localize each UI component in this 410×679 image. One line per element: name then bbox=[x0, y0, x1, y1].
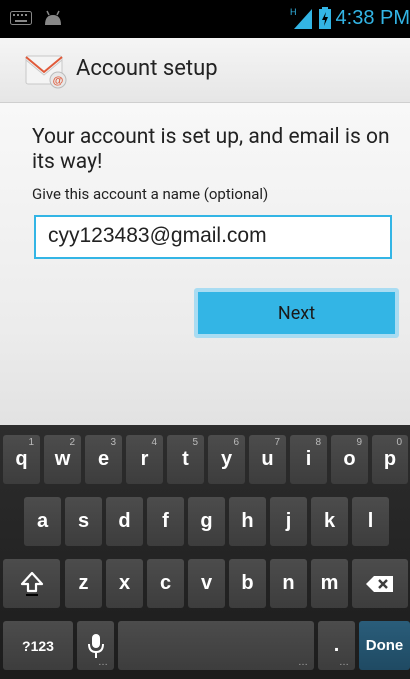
key-n[interactable]: n bbox=[270, 559, 307, 608]
key-j[interactable]: j bbox=[270, 497, 307, 546]
key-hint: 2 bbox=[69, 437, 75, 448]
key-label: u bbox=[261, 448, 274, 470]
key-y[interactable]: y6 bbox=[208, 435, 245, 484]
period-label: . bbox=[333, 634, 340, 656]
key-label: i bbox=[305, 448, 312, 470]
status-bar: H 4:38 PM bbox=[0, 0, 410, 38]
key-o[interactable]: o9 bbox=[331, 435, 368, 484]
key-e[interactable]: e3 bbox=[85, 435, 122, 484]
shift-key[interactable] bbox=[3, 559, 60, 608]
svg-text:H: H bbox=[290, 7, 297, 17]
key-hint: 6 bbox=[233, 437, 239, 448]
key-label: q bbox=[15, 448, 28, 470]
voice-input-key[interactable]: … bbox=[77, 621, 114, 670]
delete-key[interactable] bbox=[352, 559, 408, 608]
key-p[interactable]: p0 bbox=[372, 435, 408, 484]
key-v[interactable]: v bbox=[188, 559, 225, 608]
key-i[interactable]: i8 bbox=[290, 435, 327, 484]
more-options-dots: … bbox=[298, 657, 308, 668]
next-button[interactable]: Next bbox=[194, 288, 399, 338]
key-s[interactable]: s bbox=[65, 497, 102, 546]
key-label: t bbox=[182, 448, 189, 470]
more-options-dots: … bbox=[98, 657, 108, 668]
status-time: 4:38 PM bbox=[335, 6, 410, 29]
account-name-field[interactable]: cyy123483@gmail.com bbox=[34, 215, 392, 259]
soft-keyboard: q1 w2 e3 r4 t5 y6 u7 i8 o9 p0 a s d f g … bbox=[0, 425, 410, 679]
key-hint: 1 bbox=[28, 437, 34, 448]
key-r[interactable]: r4 bbox=[126, 435, 163, 484]
android-icon bbox=[45, 10, 61, 25]
more-options-dots: … bbox=[339, 657, 349, 668]
microphone-icon bbox=[87, 633, 104, 658]
key-hint: 4 bbox=[151, 437, 157, 448]
key-k[interactable]: k bbox=[311, 497, 348, 546]
key-hint: 5 bbox=[192, 437, 198, 448]
keyboard-icon bbox=[10, 11, 32, 25]
key-hint: 8 bbox=[315, 437, 321, 448]
done-key[interactable]: Done bbox=[359, 621, 410, 670]
backspace-icon bbox=[366, 575, 393, 592]
email-app-icon[interactable]: @ bbox=[24, 52, 70, 90]
key-hint: 0 bbox=[396, 437, 402, 448]
period-key[interactable]: . … bbox=[318, 621, 355, 670]
main-content: Your account is set up, and email is on … bbox=[0, 103, 410, 425]
key-label: o bbox=[343, 448, 356, 470]
key-g[interactable]: g bbox=[188, 497, 225, 546]
symbols-key[interactable]: ?123 bbox=[3, 621, 73, 670]
shift-icon bbox=[20, 571, 43, 596]
key-m[interactable]: m bbox=[311, 559, 348, 608]
key-q[interactable]: q1 bbox=[3, 435, 40, 484]
key-z[interactable]: z bbox=[65, 559, 102, 608]
key-label: e bbox=[97, 448, 110, 470]
svg-text:@: @ bbox=[53, 75, 64, 87]
space-key[interactable]: … bbox=[118, 621, 314, 670]
battery-charging-icon bbox=[318, 7, 331, 29]
key-d[interactable]: d bbox=[106, 497, 143, 546]
key-u[interactable]: u7 bbox=[249, 435, 286, 484]
key-label: r bbox=[140, 448, 149, 470]
key-x[interactable]: x bbox=[106, 559, 143, 608]
key-t[interactable]: t5 bbox=[167, 435, 204, 484]
page-title: Account setup bbox=[76, 56, 218, 81]
key-a[interactable]: a bbox=[24, 497, 61, 546]
key-label: w bbox=[54, 448, 71, 470]
key-f[interactable]: f bbox=[147, 497, 184, 546]
key-l[interactable]: l bbox=[352, 497, 389, 546]
key-hint: 7 bbox=[274, 437, 280, 448]
key-hint: 3 bbox=[110, 437, 116, 448]
key-hint: 9 bbox=[356, 437, 362, 448]
action-bar: @ Account setup bbox=[0, 38, 410, 103]
setup-complete-message: Your account is set up, and email is on … bbox=[32, 125, 390, 174]
key-h[interactable]: h bbox=[229, 497, 266, 546]
key-b[interactable]: b bbox=[229, 559, 266, 608]
signal-icon: H bbox=[290, 7, 312, 29]
account-name-label: Give this account a name (optional) bbox=[32, 185, 269, 203]
key-label: p bbox=[383, 448, 397, 470]
key-label: y bbox=[220, 448, 233, 470]
key-c[interactable]: c bbox=[147, 559, 184, 608]
key-w[interactable]: w2 bbox=[44, 435, 81, 484]
